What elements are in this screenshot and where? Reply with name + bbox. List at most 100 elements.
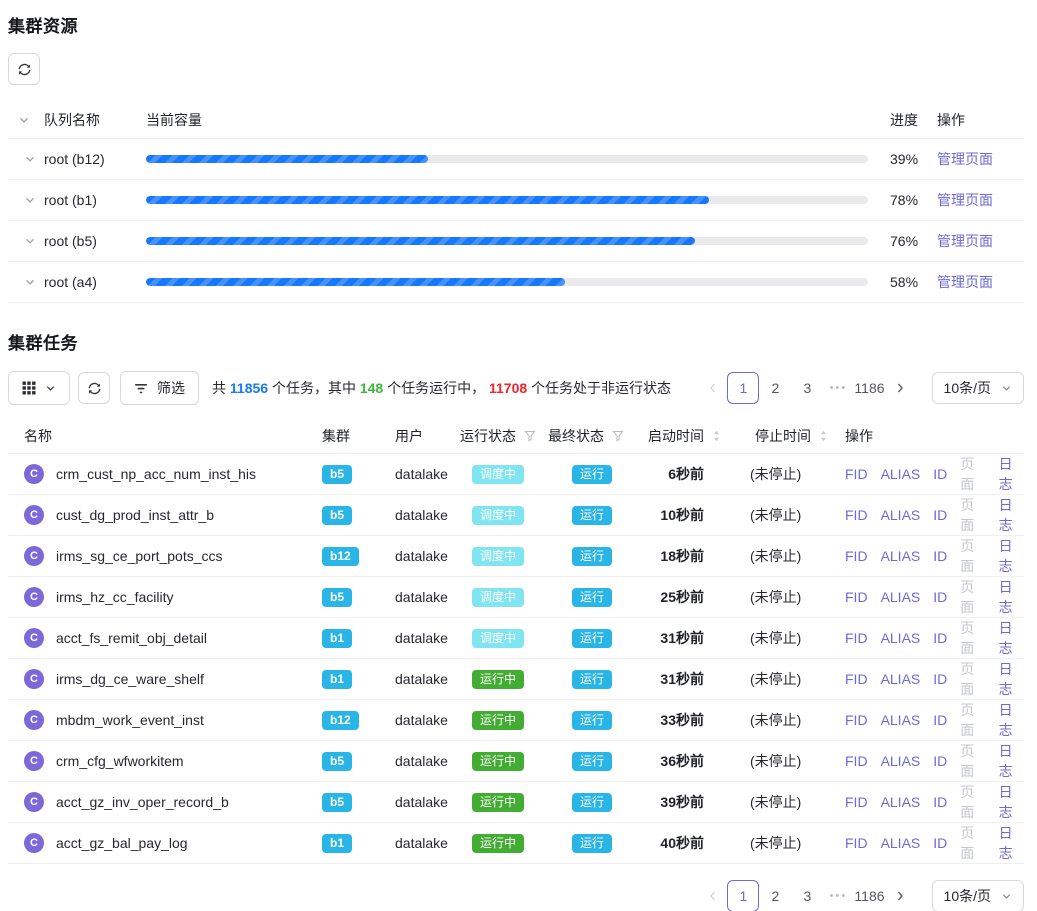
- capacity-column-header: 当前容量: [146, 112, 202, 128]
- resources-refresh-button[interactable]: [8, 53, 40, 85]
- op-link-fid[interactable]: FID: [845, 548, 868, 564]
- op-link-fid[interactable]: FID: [845, 835, 868, 851]
- task-row: C mbdm_work_event_inst b12 datalake 运行中 …: [8, 700, 1024, 741]
- page-ellipsis[interactable]: •••: [823, 382, 853, 394]
- task-running-count: 148: [360, 380, 383, 396]
- sorter-icon[interactable]: [712, 429, 721, 443]
- op-link-fid[interactable]: FID: [845, 794, 868, 810]
- op-link-日志[interactable]: 日志: [999, 577, 1024, 617]
- op-link-alias[interactable]: ALIAS: [881, 835, 921, 851]
- tasks-refresh-button[interactable]: [78, 372, 110, 404]
- actions-column-header: 操作: [845, 426, 873, 446]
- prev-page-button[interactable]: [699, 372, 727, 404]
- manage-page-link[interactable]: 管理页面: [937, 192, 993, 208]
- task-name: crm_cfg_wfworkitem: [56, 753, 184, 769]
- op-link-日志[interactable]: 日志: [999, 454, 1024, 494]
- page-number-3[interactable]: 3: [791, 880, 823, 911]
- queue-name: root (b12): [44, 151, 105, 167]
- op-link-id[interactable]: ID: [933, 753, 947, 769]
- user-name: datalake: [395, 507, 448, 523]
- sorter-icon[interactable]: [819, 429, 828, 443]
- user-name: datalake: [395, 753, 448, 769]
- task-avatar: C: [24, 464, 44, 484]
- page-number-2[interactable]: 2: [759, 372, 791, 404]
- op-link-日志[interactable]: 日志: [999, 659, 1024, 699]
- op-link-fid[interactable]: FID: [845, 630, 868, 646]
- pagination-bottom: 1 2 3 ••• 1186 10条/页: [8, 880, 1024, 911]
- op-link-alias[interactable]: ALIAS: [881, 753, 921, 769]
- page-number-last[interactable]: 1186: [853, 880, 885, 911]
- filter-funnel-icon[interactable]: [524, 430, 536, 442]
- op-link-id[interactable]: ID: [933, 548, 947, 564]
- user-name: datalake: [395, 794, 448, 810]
- op-link-id[interactable]: ID: [933, 589, 947, 605]
- op-link-fid[interactable]: FID: [845, 671, 868, 687]
- op-link-alias[interactable]: ALIAS: [881, 712, 921, 728]
- cluster-badge: b1: [322, 629, 352, 648]
- op-link-日志[interactable]: 日志: [999, 536, 1024, 576]
- filter-button[interactable]: 筛选: [120, 371, 199, 405]
- manage-page-link[interactable]: 管理页面: [937, 233, 993, 249]
- op-link-alias[interactable]: ALIAS: [881, 671, 921, 687]
- task-row: C acct_fs_remit_obj_detail b1 datalake 调…: [8, 618, 1024, 659]
- expand-chevron-down-icon[interactable]: [24, 235, 36, 247]
- prev-page-button[interactable]: [699, 880, 727, 911]
- start-time: 10秒前: [660, 507, 704, 523]
- op-link-fid[interactable]: FID: [845, 507, 868, 523]
- op-link-fid[interactable]: FID: [845, 466, 868, 482]
- page-number-last[interactable]: 1186: [853, 372, 885, 404]
- op-link-id[interactable]: ID: [933, 794, 947, 810]
- op-link-alias[interactable]: ALIAS: [881, 630, 921, 646]
- chevron-down-icon: [1001, 383, 1012, 394]
- op-link-alias[interactable]: ALIAS: [881, 548, 921, 564]
- op-link-日志[interactable]: 日志: [999, 700, 1024, 740]
- cluster-badge: b5: [322, 588, 352, 607]
- capacity-progress-bar: [146, 196, 868, 204]
- op-link-alias[interactable]: ALIAS: [881, 466, 921, 482]
- op-link-id[interactable]: ID: [933, 507, 947, 523]
- cluster-page: 集群资源 队列名称 当前容量 进度 操作 root (b12: [0, 0, 1037, 911]
- op-link-id[interactable]: ID: [933, 835, 947, 851]
- final-status-badge: 运行: [572, 588, 612, 607]
- op-link-id[interactable]: ID: [933, 671, 947, 687]
- op-link-alias[interactable]: ALIAS: [881, 507, 921, 523]
- page-size-value: 10条/页: [944, 886, 991, 906]
- expand-chevron-down-icon[interactable]: [24, 194, 36, 206]
- op-link-id[interactable]: ID: [933, 466, 947, 482]
- user-name: datalake: [395, 548, 448, 564]
- expand-chevron-down-icon[interactable]: [24, 276, 36, 288]
- op-link-日志[interactable]: 日志: [999, 618, 1024, 658]
- op-link-alias[interactable]: ALIAS: [881, 794, 921, 810]
- filter-funnel-icon[interactable]: [612, 430, 624, 442]
- page-number-2[interactable]: 2: [759, 880, 791, 911]
- next-page-button[interactable]: [886, 880, 914, 911]
- page-number-3[interactable]: 3: [791, 372, 823, 404]
- page-size-select[interactable]: 10条/页: [932, 880, 1024, 911]
- op-link-fid[interactable]: FID: [845, 589, 868, 605]
- op-link-alias[interactable]: ALIAS: [881, 589, 921, 605]
- op-link-id[interactable]: ID: [933, 630, 947, 646]
- manage-page-link[interactable]: 管理页面: [937, 274, 993, 290]
- op-link-日志[interactable]: 日志: [999, 495, 1024, 535]
- page-number-1[interactable]: 1: [727, 880, 759, 911]
- collapse-all-chevron-down-icon[interactable]: [18, 114, 30, 126]
- op-link-日志[interactable]: 日志: [999, 823, 1024, 863]
- op-link-fid[interactable]: FID: [845, 753, 868, 769]
- op-link-日志[interactable]: 日志: [999, 741, 1024, 781]
- task-row: C acct_gz_inv_oper_record_b b5 datalake …: [8, 782, 1024, 823]
- queue-row: root (b1) 78% 管理页面: [8, 180, 1024, 221]
- manage-page-link[interactable]: 管理页面: [937, 151, 993, 167]
- task-row: C irms_dg_ce_ware_shelf b1 datalake 运行中 …: [8, 659, 1024, 700]
- column-settings-button[interactable]: [8, 371, 70, 405]
- op-link-fid[interactable]: FID: [845, 712, 868, 728]
- page-ellipsis[interactable]: •••: [823, 890, 853, 902]
- expand-chevron-down-icon[interactable]: [24, 153, 36, 165]
- page-number-1[interactable]: 1: [727, 372, 759, 404]
- task-name: irms_sg_ce_port_pots_ccs: [56, 548, 223, 564]
- user-name: datalake: [395, 466, 448, 482]
- op-link-日志[interactable]: 日志: [999, 782, 1024, 822]
- page-size-select[interactable]: 10条/页: [932, 372, 1024, 404]
- op-link-id[interactable]: ID: [933, 712, 947, 728]
- next-page-button[interactable]: [886, 372, 914, 404]
- task-avatar: C: [24, 833, 44, 853]
